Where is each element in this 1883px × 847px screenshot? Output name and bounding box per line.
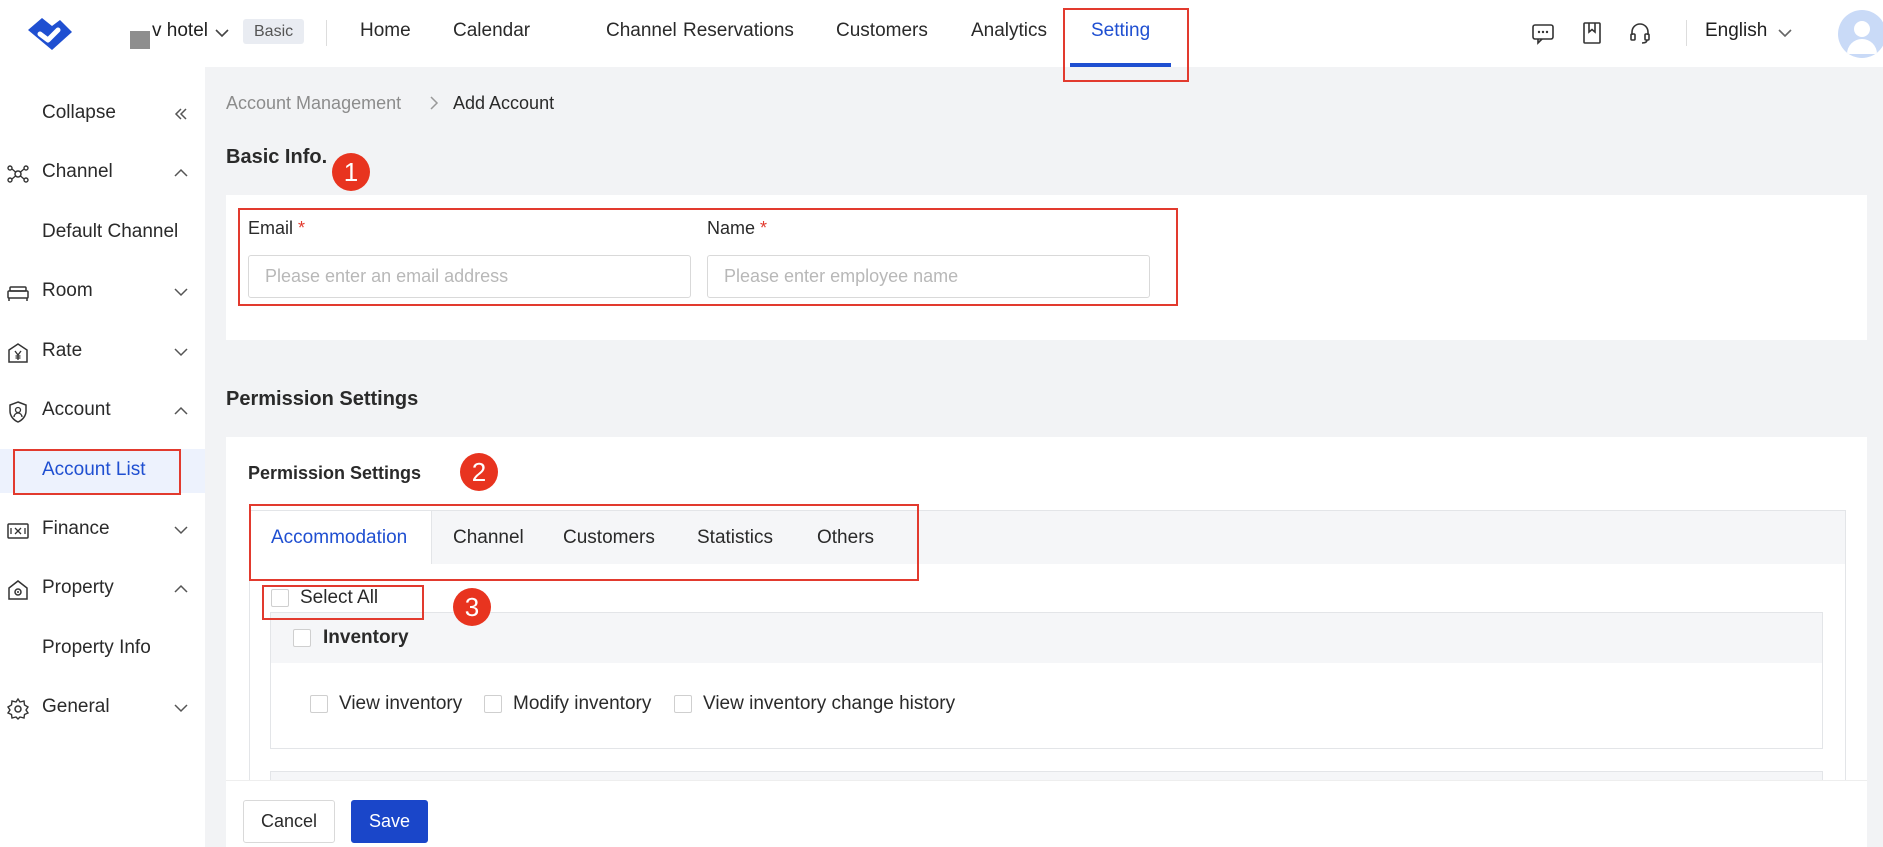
channel-icon xyxy=(7,165,29,183)
bookmark-icon[interactable] xyxy=(1579,20,1605,46)
view-inventory-label[interactable]: View inventory xyxy=(339,693,462,715)
chevron-down-icon xyxy=(174,704,188,713)
sidebar-item-label: Account xyxy=(42,399,111,420)
tab-channel[interactable]: Channel xyxy=(453,511,524,565)
permission-settings-title: Permission Settings xyxy=(226,388,419,410)
chevron-down-icon xyxy=(174,526,188,535)
permission-tabs: Accommodation Channel Customers Statisti… xyxy=(249,510,1846,565)
tab-statistics[interactable]: Statistics xyxy=(697,511,773,565)
language-selector[interactable]: English xyxy=(1705,20,1767,42)
sidebar-item-room[interactable]: Room xyxy=(0,270,205,314)
breadcrumb: Account Management Add Account xyxy=(226,93,554,114)
inventory-label[interactable]: Inventory xyxy=(323,627,409,649)
sidebar-item-label: General xyxy=(42,696,110,717)
user-icon xyxy=(1847,21,1877,54)
sidebar-item-label: Default Channel xyxy=(42,221,179,242)
chevron-down-icon xyxy=(174,348,188,357)
sidebar-item-account-list[interactable]: Account List xyxy=(0,449,205,493)
property-icon xyxy=(8,580,28,600)
double-chevron-left-icon xyxy=(174,108,187,120)
nav-calendar[interactable]: Calendar xyxy=(453,20,530,42)
divider xyxy=(326,20,327,46)
permission-subtitle: Permission Settings xyxy=(248,463,422,483)
save-button[interactable]: Save xyxy=(351,800,429,843)
sidebar-item-rate[interactable]: Rate xyxy=(0,330,205,374)
bed-icon xyxy=(7,286,29,301)
chevron-up-icon xyxy=(174,584,188,593)
sidebar-item-label: Room xyxy=(42,280,93,301)
chevron-up-icon xyxy=(174,406,188,415)
plan-badge: Basic xyxy=(243,19,305,44)
sidebar-item-label: Rate xyxy=(42,340,83,361)
top-bar: v hotel Basic Home Calendar Channel Rese… xyxy=(0,0,1883,67)
sidebar-item-property-info[interactable]: Property Info xyxy=(0,627,205,671)
finance-icon xyxy=(7,523,29,539)
nav-active-indicator xyxy=(1070,63,1171,67)
chevron-down-icon[interactable] xyxy=(1776,24,1794,42)
sidebar-item-label: Account List xyxy=(42,459,146,480)
nav-customers[interactable]: Customers xyxy=(836,20,928,42)
sidebar-item-label: Channel xyxy=(42,161,113,182)
inventory-history-checkbox[interactable] xyxy=(674,695,692,713)
sidebar-item-label: Property Info xyxy=(42,637,151,658)
email-label: Email * xyxy=(248,218,306,238)
hotel-selector[interactable]: v hotel xyxy=(152,20,208,42)
inventory-history-label[interactable]: View inventory change history xyxy=(703,693,955,715)
yen-icon xyxy=(8,343,28,363)
headset-icon[interactable] xyxy=(1627,20,1653,46)
nav-setting[interactable]: Setting xyxy=(1091,20,1150,42)
hotel-thumbnail xyxy=(130,31,150,49)
sidebar-item-channel[interactable]: Channel xyxy=(0,151,205,195)
inventory-checkbox[interactable] xyxy=(293,629,311,647)
inventory-group-header xyxy=(271,613,1822,663)
sidebar-item-account[interactable]: Account xyxy=(0,389,205,433)
inventory-group: Inventory View inventory Modify inventor… xyxy=(270,612,1823,749)
nav-channel[interactable]: Channel xyxy=(606,20,677,42)
nav-analytics[interactable]: Analytics xyxy=(971,20,1047,42)
collapse-label: Collapse xyxy=(42,102,116,123)
breadcrumb-root[interactable]: Account Management xyxy=(226,93,401,113)
app-logo[interactable] xyxy=(22,10,76,56)
nav-home[interactable]: Home xyxy=(360,20,411,42)
tab-others[interactable]: Others xyxy=(817,511,874,565)
chevron-down-icon xyxy=(174,288,188,297)
sidebar-item-property[interactable]: Property xyxy=(0,567,205,611)
select-all-checkbox[interactable] xyxy=(271,589,289,607)
name-field[interactable] xyxy=(707,255,1150,298)
user-avatar[interactable] xyxy=(1838,10,1883,58)
tab-customers[interactable]: Customers xyxy=(563,511,655,565)
breadcrumb-current: Add Account xyxy=(453,93,555,113)
email-field[interactable] xyxy=(248,255,691,298)
sidebar-item-label: Finance xyxy=(42,518,110,539)
cancel-button[interactable]: Cancel xyxy=(243,800,336,843)
annotation-badge: 2 xyxy=(460,453,498,491)
shield-user-icon xyxy=(9,401,27,423)
divider xyxy=(1686,20,1687,46)
modify-inventory-checkbox[interactable] xyxy=(484,695,502,713)
basic-info-title: Basic Info. xyxy=(226,146,328,168)
name-label: Name * xyxy=(707,218,768,238)
view-inventory-checkbox[interactable] xyxy=(310,695,328,713)
sidebar-item-label: Property xyxy=(42,577,114,598)
basic-info-card: Email * Name * xyxy=(226,195,1867,340)
sidebar: Collapse Channel Default Channel Room Ra… xyxy=(0,67,205,847)
modify-inventory-label[interactable]: Modify inventory xyxy=(513,693,651,715)
chevron-down-icon[interactable] xyxy=(213,24,231,42)
sidebar-item-finance[interactable]: Finance xyxy=(0,508,205,552)
annotation-badge: 1 xyxy=(332,153,370,191)
select-all-label[interactable]: Select All xyxy=(300,587,378,609)
sidebar-item-general[interactable]: General xyxy=(0,686,205,730)
form-footer: Cancel Save xyxy=(226,780,1867,847)
message-icon[interactable] xyxy=(1530,20,1556,46)
annotation-badge: 3 xyxy=(453,588,491,626)
tab-accommodation[interactable]: Accommodation xyxy=(250,511,432,565)
chevron-right-icon xyxy=(430,96,439,110)
sidebar-item-default-channel[interactable]: Default Channel xyxy=(0,211,205,255)
gear-icon xyxy=(6,697,30,720)
sidebar-collapse[interactable]: Collapse xyxy=(0,92,205,136)
chevron-up-icon xyxy=(174,168,188,177)
nav-reservations[interactable]: Reservations xyxy=(683,20,794,42)
